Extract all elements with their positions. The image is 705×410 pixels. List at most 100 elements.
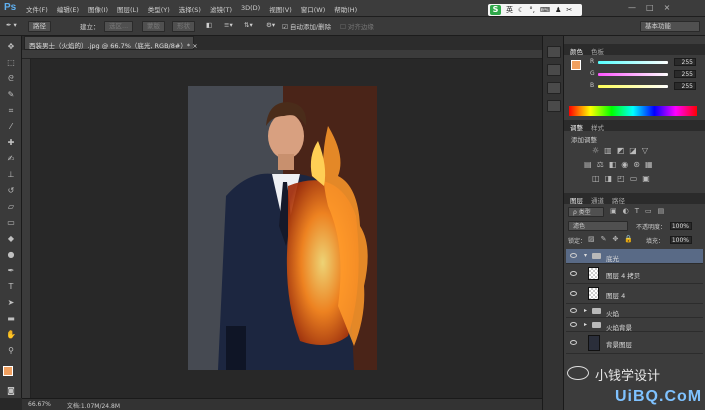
layer-row-火焰[interactable]: ▸ 火焰 [566,304,703,318]
color-spectrum-bar[interactable] [569,106,697,116]
properties-panel-icon[interactable] [547,64,561,76]
marquee-tool-icon[interactable]: ⬚ [4,56,18,70]
stamp-tool-icon[interactable]: ⊥ [4,168,18,182]
pen-tool-icon[interactable]: ✒ [4,264,18,278]
menu-image[interactable]: 图像(I) [88,4,108,14]
expand-arrow-icon[interactable]: ▸ [584,321,587,328]
channel-g-value[interactable]: 255 [674,70,696,78]
lock-paint-icon[interactable]: ✎ [601,235,607,243]
workspace-select[interactable]: 基本功能 [640,21,700,32]
invert-icon[interactable]: ◫ [592,174,600,183]
eraser-tool-icon[interactable]: ▱ [4,200,18,214]
path-select-tool-icon[interactable]: ➤ [4,296,18,310]
menu-select[interactable]: 选择(S) [179,4,201,14]
visibility-eye-icon[interactable] [570,340,577,345]
foreground-color-swatch[interactable] [3,366,13,376]
filter-adjust-icon[interactable]: ◐ [623,207,629,215]
mask-button[interactable]: 蒙版 [142,21,165,32]
expand-arrow-icon[interactable]: ▸ [584,307,587,314]
channel-r-value[interactable]: 255 [674,58,696,66]
menu-help[interactable]: 帮助(H) [334,4,357,14]
menu-filter[interactable]: 滤镜(T) [210,4,232,14]
layer-row-图层4拷贝[interactable]: 图层 4 拷贝 [566,264,703,284]
zoom-tool-icon[interactable]: ⚲ [4,344,18,358]
move-tool-icon[interactable]: ✥ [4,40,18,54]
menu-3d[interactable]: 3D(D) [241,4,260,14]
tab-styles[interactable]: 样式 [591,122,604,132]
dodge-tool-icon[interactable]: ● [4,248,18,262]
filter-type-icon[interactable]: T [635,207,639,215]
levels-icon[interactable]: ▥ [604,146,612,155]
tools-icon[interactable]: ✂ [566,6,572,14]
healing-tool-icon[interactable]: ✚ [4,136,18,150]
color-panel-foreground[interactable] [571,60,581,70]
tab-channels[interactable]: 通道 [591,195,604,205]
layer-filter-select[interactable]: ρ 类型 [568,207,604,217]
vibrance-icon[interactable]: ▽ [642,146,648,155]
lock-pixels-icon[interactable]: ▨ [588,235,595,243]
quick-mask-icon[interactable]: ◙ [4,384,18,398]
lock-all-icon[interactable]: 🔒 [624,235,633,243]
auto-add-delete-checkbox[interactable]: ☑ 自动添加/删除 [282,21,331,32]
gradient-tool-icon[interactable]: ▭ [4,216,18,230]
close-tab-icon[interactable]: × [192,42,197,50]
menu-edit[interactable]: 编辑(E) [57,4,79,14]
layer-row-图层4[interactable]: 图层 4 [566,284,703,304]
pen-tool-icon[interactable]: ✒ ▾ [6,21,17,32]
threshold-icon[interactable]: ◰ [617,174,625,183]
brush-tool-icon[interactable]: ✍ [4,152,18,166]
curves-icon[interactable]: ◩ [617,146,625,155]
type-tool-icon[interactable]: T [4,280,18,294]
align-edges-checkbox[interactable]: ☐ 对齐边缘 [340,21,374,32]
moon-icon[interactable]: ☾ [518,6,524,14]
posterize-icon[interactable]: ◨ [605,174,613,183]
filter-pixel-icon[interactable]: ▣ [610,207,617,215]
selection-button[interactable]: 选区... [104,21,134,32]
menu-type[interactable]: 类型(Y) [148,4,170,14]
layer-row-底光[interactable]: ▾ 底光 [566,249,703,264]
eyedropper-tool-icon[interactable]: ⁄ [4,120,18,134]
layer-row-背景图层[interactable]: 背景图层 [566,332,703,354]
info-panel-icon[interactable] [547,82,561,94]
channel-b-value[interactable]: 255 [674,82,696,90]
keyboard-icon[interactable]: ⌨ [540,6,550,14]
document-image[interactable] [188,86,377,370]
crop-tool-icon[interactable]: ⌗ [4,104,18,118]
blur-tool-icon[interactable]: ◆ [4,232,18,246]
gradient-map-icon[interactable]: ▭ [630,174,638,183]
tab-swatches[interactable]: 色板 [591,46,604,56]
filter-shape-icon[interactable]: ▭ [645,207,652,215]
visibility-eye-icon[interactable] [570,322,577,327]
visibility-eye-icon[interactable] [570,291,577,296]
menu-layer[interactable]: 图层(L) [117,4,139,14]
path-align-icon[interactable]: ≡▾ [224,21,233,32]
history-panel-icon[interactable] [547,46,561,58]
lasso-tool-icon[interactable]: ᘓ [4,72,18,86]
paragraph-panel-icon[interactable] [547,100,561,112]
channel-r-slider[interactable] [598,61,668,64]
brightness-icon[interactable]: ☼ [592,146,599,155]
visibility-eye-icon[interactable] [570,308,577,313]
menu-file[interactable]: 文件(F) [26,4,48,14]
fill-field[interactable]: 100% [670,236,692,244]
path-ops-icon[interactable]: ◧ [206,21,212,32]
settings-gear-icon[interactable]: ⚙▾ [266,21,275,32]
blend-mode-select[interactable]: 滤色 [568,221,628,231]
visibility-eye-icon[interactable] [570,253,577,258]
menu-window[interactable]: 窗口(W) [301,4,326,14]
user-icon[interactable]: ♟ [555,6,561,14]
color-balance-icon[interactable]: ⚖ [597,160,604,169]
layer-row-火焰背景[interactable]: ▸ 火焰背景 [566,318,703,332]
tab-adjustments[interactable]: 调整 [570,122,583,132]
channel-mixer-icon[interactable]: ⊛ [633,160,640,169]
tab-color[interactable]: 颜色 [570,46,583,56]
photo-filter-icon[interactable]: ◉ [621,160,628,169]
visibility-eye-icon[interactable] [570,271,577,276]
shape-button[interactable]: 形状 [172,21,195,32]
close-button[interactable]: × [664,3,671,12]
history-brush-icon[interactable]: ↺ [4,184,18,198]
channel-g-slider[interactable] [598,73,668,76]
tab-paths[interactable]: 路径 [612,195,625,205]
selective-color-icon[interactable]: ▣ [642,174,650,183]
channel-b-slider[interactable] [598,85,668,88]
